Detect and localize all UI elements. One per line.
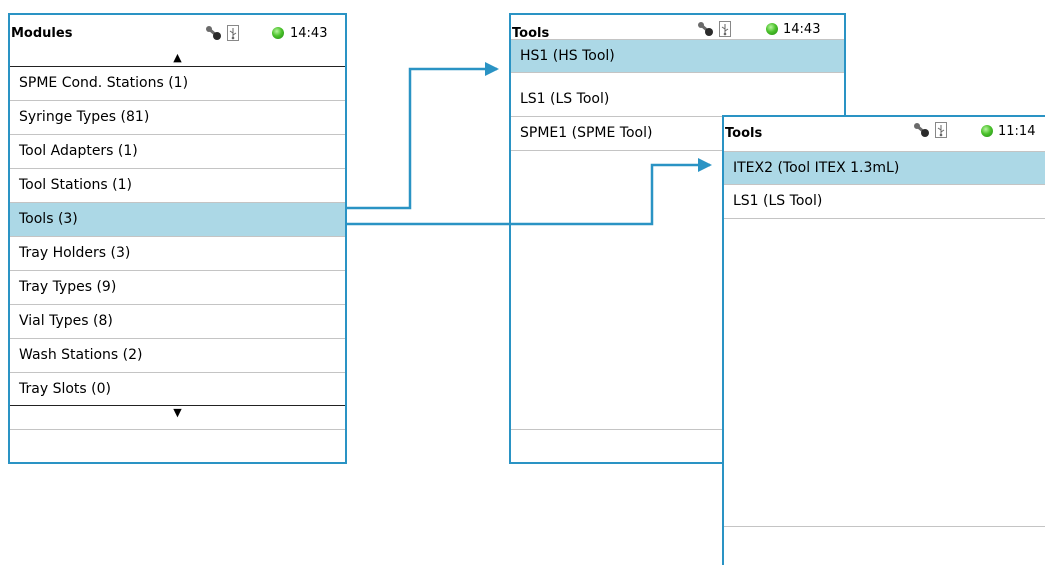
list-item[interactable]: LS1 (LS Tool) <box>511 83 844 117</box>
list-item[interactable]: Tray Slots (0) <box>10 373 345 407</box>
list-item[interactable]: Syringe Types (81) <box>10 101 345 135</box>
list-item[interactable]: Wash Stations (2) <box>10 339 345 373</box>
scroll-up-arrow[interactable]: ▲ <box>10 52 345 64</box>
modules-panel: Modules 14:43 ▲ SPME Cond. Stations (1) … <box>8 13 347 464</box>
soft-key-bar[interactable] <box>724 527 1045 565</box>
list-item[interactable]: Tray Holders (3) <box>10 237 345 271</box>
wrench-icon <box>205 25 223 45</box>
wrench-icon <box>913 122 931 142</box>
list-item[interactable]: SPME Cond. Stations (1) <box>10 67 345 101</box>
clock-time: 14:43 <box>290 26 328 41</box>
clock-time: 11:14 <box>998 124 1036 139</box>
usb-icon <box>935 122 947 142</box>
status-bar: Tools 11:14 <box>724 117 1045 152</box>
list-item[interactable]: Tool Stations (1) <box>10 169 345 203</box>
list-item[interactable]: Tool Adapters (1) <box>10 135 345 169</box>
soft-key-bar[interactable] <box>10 430 345 462</box>
tools-panel-b: Tools 11:14 ITEX2 (Tool ITEX 1.3mL) LS1 … <box>722 115 1045 565</box>
status-led-icon <box>981 125 993 137</box>
list-item[interactable]: LS1 (LS Tool) <box>724 185 1045 219</box>
page-title: Tools <box>725 126 763 141</box>
list-item-selected[interactable]: ITEX2 (Tool ITEX 1.3mL) <box>724 151 1045 185</box>
wrench-icon <box>697 21 715 41</box>
clock-time: 14:43 <box>783 22 821 37</box>
usb-icon <box>719 21 731 41</box>
status-bar: Modules 14:43 <box>10 15 345 50</box>
status-led-icon <box>766 23 778 35</box>
list-item-selected[interactable]: Tools (3) <box>10 203 345 237</box>
status-led-icon <box>272 27 284 39</box>
connector-arrow-to-tools-a <box>347 62 499 210</box>
list-item-selected[interactable]: HS1 (HS Tool) <box>511 40 844 73</box>
list-item[interactable]: Tray Types (9) <box>10 271 345 305</box>
scroll-down-arrow[interactable]: ▼ <box>10 407 345 419</box>
list-item[interactable]: Vial Types (8) <box>10 305 345 339</box>
usb-icon <box>227 25 239 45</box>
page-title: Modules <box>11 26 73 41</box>
